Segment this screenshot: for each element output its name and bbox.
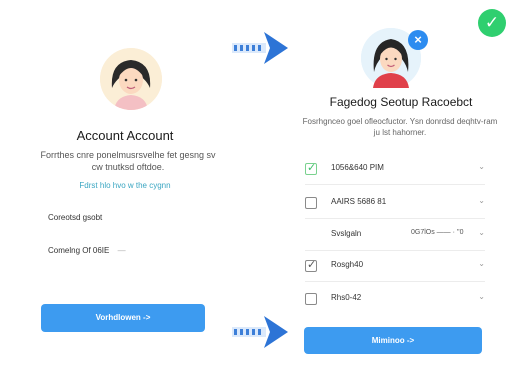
divider bbox=[305, 218, 485, 219]
field-label-2-text: Comelng Of 06IE bbox=[48, 246, 110, 255]
option-label: Rosgh40 bbox=[331, 260, 364, 269]
success-check-icon: ✓ bbox=[478, 9, 506, 37]
option-label: Rhs0-42 bbox=[331, 293, 362, 302]
chevron-down-icon[interactable]: ⌄ bbox=[478, 162, 485, 171]
option-label: 1056&640 PIM bbox=[331, 163, 384, 172]
field-label-2[interactable]: Comelng Of 06IE — bbox=[48, 246, 126, 255]
check-mark-icon: ✓ bbox=[307, 259, 317, 271]
chevron-down-icon[interactable]: ⌄ bbox=[478, 228, 485, 237]
divider bbox=[305, 184, 485, 185]
option-row[interactable]: Rhs0-42 ⌄ bbox=[305, 290, 485, 308]
field-label-2-dash: — bbox=[117, 246, 126, 255]
setup-subtitle: Fosrhgnceo goel ofleocfuctor. Ysn donrds… bbox=[302, 117, 498, 137]
woman-avatar-icon bbox=[100, 48, 162, 110]
setup-title: Fagedog Seotup Racoebct bbox=[329, 95, 473, 109]
chevron-down-icon[interactable]: ⌄ bbox=[478, 292, 485, 301]
option-row[interactable]: ✓ Rosgh40 ⌄ bbox=[305, 257, 485, 275]
option-label: Svslgaln bbox=[331, 229, 362, 238]
option-row[interactable]: AAIRS 5686 81 ⌄ bbox=[305, 194, 485, 212]
right-arrow-icon bbox=[232, 32, 288, 64]
chevron-down-icon[interactable]: ⌄ bbox=[478, 196, 485, 205]
option-extra: 0G7lOs —— · ''0 bbox=[411, 229, 464, 236]
checkbox[interactable]: ✓ bbox=[305, 162, 317, 175]
continue-button-right[interactable]: Miminoo -> bbox=[304, 327, 482, 354]
account-link[interactable]: Fdrst hlo hvo w the cygnn bbox=[0, 181, 250, 190]
account-title: Account Account bbox=[76, 128, 174, 143]
chevron-down-icon[interactable]: ⌄ bbox=[478, 259, 485, 268]
check-mark-icon: ✓ bbox=[307, 162, 317, 174]
option-row[interactable]: ✓ 1056&640 PIM ⌄ bbox=[305, 160, 485, 178]
divider bbox=[305, 281, 485, 282]
divider bbox=[305, 250, 485, 251]
checkbox[interactable] bbox=[305, 197, 317, 209]
continue-button-left[interactable]: Vorhdlowen -> bbox=[41, 304, 205, 332]
option-label: AAIRS 5686 81 bbox=[331, 197, 387, 206]
right-arrow-icon bbox=[232, 316, 288, 348]
checkbox[interactable]: ✓ bbox=[305, 259, 317, 272]
avatar-left bbox=[100, 48, 162, 110]
account-subtitle: Forrthes cnre ponelmusrsvelhe fet gesng … bbox=[40, 150, 216, 172]
option-row[interactable]: Svslgaln 0G7lOs —— · ''0 ⌄ bbox=[305, 226, 485, 244]
close-icon[interactable]: × bbox=[408, 30, 428, 50]
checkbox[interactable] bbox=[305, 293, 317, 305]
field-label-1[interactable]: Coreotsd gsobt bbox=[48, 213, 102, 222]
